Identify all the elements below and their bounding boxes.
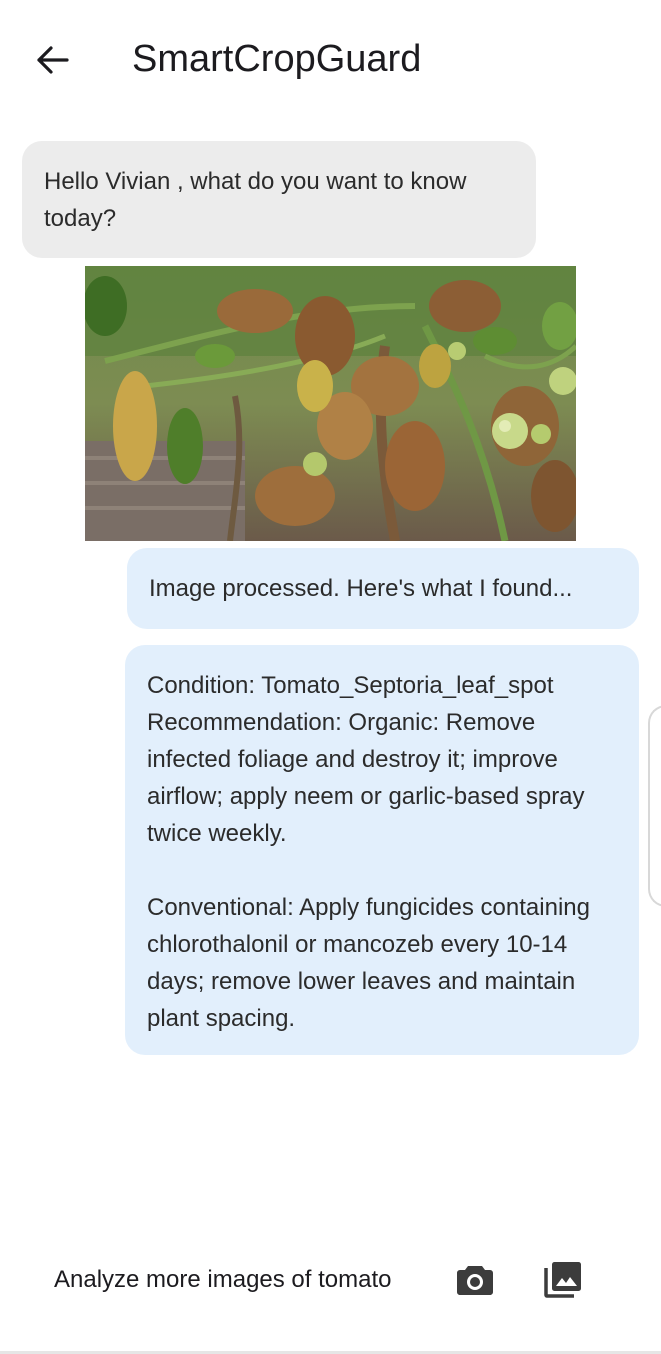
- greeting-message: Hello Vivian , what do you want to know …: [22, 141, 536, 258]
- camera-icon: [457, 1266, 493, 1295]
- photo-library-icon: [544, 1262, 581, 1298]
- side-panel-handle[interactable]: [648, 705, 661, 907]
- app-title: SmartCropGuard: [132, 38, 422, 80]
- app-bar: SmartCropGuard: [0, 0, 661, 118]
- tomato-plant-photo: [85, 266, 576, 541]
- diagnosis-result-message: Condition: Tomato_Septoria_leaf_spot Rec…: [125, 645, 639, 1055]
- analyze-more-label: Analyze more images of tomato: [54, 1266, 392, 1293]
- bottom-action-bar: Analyze more images of tomato: [0, 1240, 661, 1320]
- uploaded-plant-image: [85, 266, 576, 541]
- gallery-button[interactable]: [540, 1256, 586, 1302]
- arrow-back-icon: [37, 46, 69, 74]
- camera-button[interactable]: [452, 1258, 498, 1302]
- processed-message: Image processed. Here's what I found...: [127, 548, 639, 629]
- back-button[interactable]: [24, 36, 80, 84]
